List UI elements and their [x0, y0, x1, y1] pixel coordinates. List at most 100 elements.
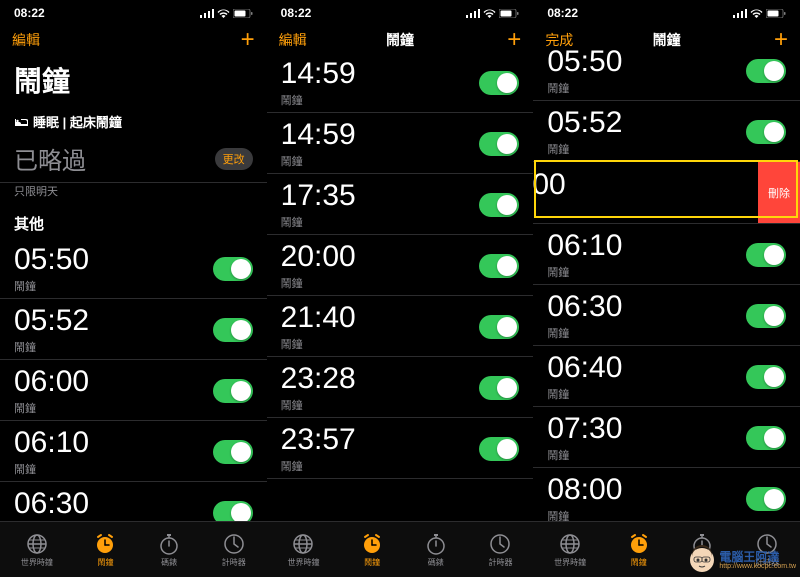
alarm-toggle[interactable]: [746, 487, 786, 511]
sleep-alarm-row[interactable]: 已略過 更改: [0, 135, 267, 183]
tab-alarm[interactable]: 鬧鐘: [94, 533, 116, 568]
alarm-row[interactable]: 05:52鬧鐘: [533, 101, 800, 162]
wifi-icon: [483, 9, 496, 18]
alarm-toggle[interactable]: [479, 71, 519, 95]
tab-world-clock[interactable]: 世界時鐘: [554, 533, 586, 568]
tab-label: 世界時鐘: [287, 557, 319, 568]
alarm-list[interactable]: 05:50鬧鐘05:52鬧鐘ծ:00鬧鐘刪除06:10鬧鐘06:30鬧鐘06:4…: [533, 40, 800, 521]
alarm-icon: [628, 533, 650, 555]
alarm-row[interactable]: 07:30鬧鐘: [533, 407, 800, 468]
other-section-header: 其他: [0, 207, 267, 238]
alarm-row[interactable]: 14:59鬧鐘: [267, 52, 534, 113]
alarm-label: 鬧鐘: [281, 214, 356, 230]
alarm-row[interactable]: 05:50鬧鐘: [0, 238, 267, 299]
edit-button[interactable]: 編輯: [279, 30, 307, 50]
alarm-label: 鬧鐘: [281, 92, 356, 108]
tab-stopwatch[interactable]: 碼錶: [158, 533, 180, 568]
alarm-row[interactable]: 23:28鬧鐘: [267, 357, 534, 418]
change-button[interactable]: 更改: [215, 148, 253, 170]
alarm-row[interactable]: 08:00鬧鐘: [533, 468, 800, 521]
alarm-time: 17:35: [281, 179, 356, 213]
alarm-label: 鬧鐘: [14, 400, 89, 416]
alarm-row[interactable]: 20:00鬧鐘: [267, 235, 534, 296]
sleep-subtitle: 只限明天: [0, 183, 267, 207]
nav-bar: 編輯 +: [0, 22, 267, 58]
alarm-toggle[interactable]: [479, 254, 519, 278]
alarm-row[interactable]: 06:10鬧鐘: [533, 224, 800, 285]
alarm-label: 鬧鐘: [547, 80, 622, 96]
alarm-toggle[interactable]: [746, 304, 786, 328]
alarm-time: 06:30: [14, 487, 89, 521]
alarm-toggle[interactable]: [479, 437, 519, 461]
alarm-list[interactable]: 14:59鬧鐘14:59鬧鐘17:35鬧鐘20:00鬧鐘21:40鬧鐘23:28…: [267, 52, 534, 521]
alarm-row[interactable]: 05:52鬧鐘: [0, 299, 267, 360]
tab-bar: 世界時鐘 鬧鐘 碼錶 計時器: [267, 521, 534, 577]
add-alarm-button[interactable]: +: [241, 28, 255, 52]
phone-screen-3: 08:22 完成 鬧鐘 + 05:50鬧鐘05:52鬧鐘ծ:00鬧鐘刪除06:1…: [533, 0, 800, 577]
alarm-toggle[interactable]: [213, 318, 253, 342]
alarm-list[interactable]: 05:50鬧鐘05:52鬧鐘06:00鬧鐘06:10鬧鐘06:30鬧鐘: [0, 238, 267, 521]
alarm-toggle[interactable]: [746, 426, 786, 450]
tab-label: 鬧鐘: [631, 557, 647, 568]
alarm-toggle[interactable]: [213, 257, 253, 281]
edit-button[interactable]: 編輯: [12, 30, 40, 50]
tab-world-clock[interactable]: 世界時鐘: [21, 533, 53, 568]
alarm-toggle[interactable]: [213, 379, 253, 403]
alarm-row[interactable]: 23:57鬧鐘: [267, 418, 534, 479]
delete-button[interactable]: 刪除: [758, 162, 800, 223]
battery-icon: [233, 9, 253, 18]
status-bar: 08:22: [533, 0, 800, 22]
alarm-label: 鬧鐘: [533, 203, 565, 219]
alarm-row[interactable]: 21:40鬧鐘: [267, 296, 534, 357]
world-clock-icon: [26, 533, 48, 555]
alarm-label: 鬧鐘: [547, 141, 622, 157]
stopwatch-icon: [425, 533, 447, 555]
alarm-time: 14:59: [281, 118, 356, 152]
alarm-toggle[interactable]: [479, 132, 519, 156]
alarm-time: 21:40: [281, 301, 356, 335]
alarm-row[interactable]: 06:10鬧鐘: [0, 421, 267, 482]
signal-icon: [200, 9, 214, 18]
status-indicators: [733, 9, 786, 18]
alarm-label: 鬧鐘: [14, 461, 89, 477]
alarm-toggle[interactable]: [479, 315, 519, 339]
status-bar: 08:22: [0, 0, 267, 22]
alarm-time: 06:40: [547, 351, 622, 385]
alarm-row[interactable]: 06:40鬧鐘: [533, 346, 800, 407]
timer-icon: [489, 533, 511, 555]
tab-world-clock[interactable]: 世界時鐘: [287, 533, 319, 568]
alarm-toggle[interactable]: [479, 376, 519, 400]
tab-alarm[interactable]: 鬧鐘: [628, 533, 650, 568]
watermark: 電腦王阿達 http://www.kocpc.com.tw: [687, 545, 796, 575]
add-alarm-button[interactable]: +: [507, 28, 521, 52]
alarm-toggle[interactable]: [213, 501, 253, 522]
tab-timer[interactable]: 計時器: [222, 533, 246, 568]
alarm-row[interactable]: 06:30鬧鐘: [0, 482, 267, 521]
watermark-url: http://www.kocpc.com.tw: [719, 563, 796, 570]
alarm-row[interactable]: 17:35鬧鐘: [267, 174, 534, 235]
alarm-toggle[interactable]: [746, 243, 786, 267]
alarm-time: 08:00: [547, 473, 622, 507]
alarm-row[interactable]: 14:59鬧鐘: [267, 113, 534, 174]
alarm-time: 05:52: [14, 304, 89, 338]
alarm-toggle[interactable]: [479, 193, 519, 217]
tab-stopwatch[interactable]: 碼錶: [425, 533, 447, 568]
alarm-time: 06:10: [547, 229, 622, 263]
alarm-toggle[interactable]: [746, 120, 786, 144]
signal-icon: [733, 9, 747, 18]
alarm-row[interactable]: 06:00鬧鐘: [0, 360, 267, 421]
tab-alarm[interactable]: 鬧鐘: [361, 533, 383, 568]
alarm-icon: [361, 533, 383, 555]
world-clock-icon: [559, 533, 581, 555]
alarm-toggle[interactable]: [213, 440, 253, 464]
alarm-row[interactable]: 06:30鬧鐘: [533, 285, 800, 346]
alarm-toggle[interactable]: [746, 59, 786, 83]
alarm-row-swiped[interactable]: ծ:00鬧鐘刪除: [533, 162, 800, 224]
stopwatch-icon: [158, 533, 180, 555]
tab-timer[interactable]: 計時器: [488, 533, 512, 568]
alarm-row[interactable]: 05:50鬧鐘: [533, 40, 800, 101]
alarm-toggle[interactable]: [746, 365, 786, 389]
alarm-time: 05:50: [14, 243, 89, 277]
alarm-label: 鬧鐘: [14, 278, 89, 294]
status-time: 08:22: [14, 6, 45, 20]
